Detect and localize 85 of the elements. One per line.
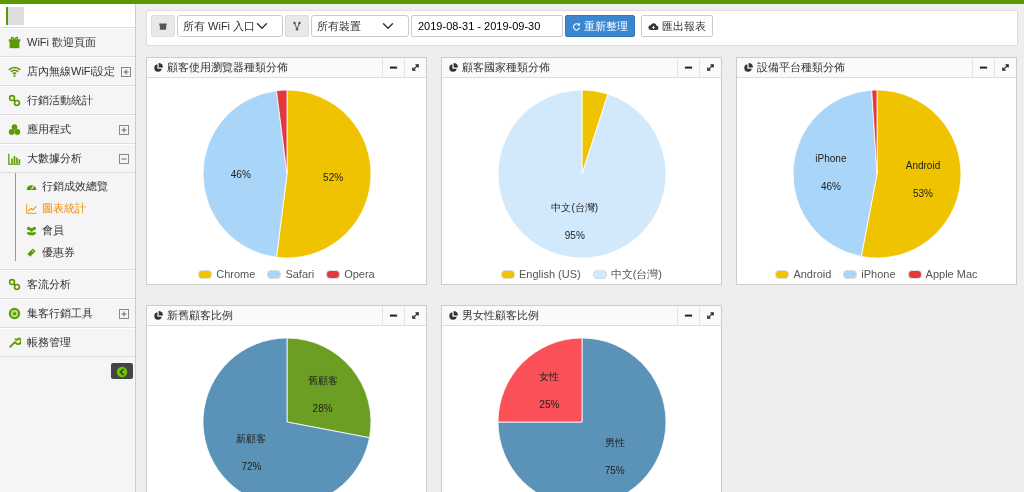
store-icon	[158, 21, 168, 31]
legend-swatch	[500, 269, 515, 279]
submenu-item[interactable]: 會員	[0, 219, 135, 241]
submenu-item[interactable]: 優惠券	[0, 241, 135, 263]
slice-label: 新顧客	[235, 433, 266, 445]
slice-percent-label: 95%	[564, 229, 585, 241]
collapse-toggle-icon[interactable]	[119, 153, 129, 164]
users-icon	[26, 224, 37, 236]
panel-title: 設備平台種類分佈	[757, 60, 845, 76]
legend-label: Opera	[344, 267, 375, 282]
legend-label: iPhone	[861, 267, 896, 282]
slice-percent-label: 25%	[538, 399, 559, 411]
refresh-icon	[572, 21, 581, 31]
sidebar-item[interactable]: 店內無線WiFi設定	[0, 57, 135, 86]
slice-label: iPhone	[814, 153, 846, 165]
chain-link-icon	[8, 278, 21, 291]
wifi-icon	[8, 65, 21, 78]
legend-swatch	[326, 269, 341, 279]
legend-label: English (US)	[518, 267, 581, 282]
legend-label: Safari	[285, 267, 315, 282]
slice-label: Android	[905, 160, 940, 172]
date-range-field[interactable]: 2019-08-31 - 2019-09-30	[411, 15, 563, 37]
panel-title: 顧客使用瀏覽器種類分佈	[167, 60, 288, 76]
fullscreen-icon	[706, 63, 715, 72]
panel-title: 新舊顧客比例	[167, 308, 233, 324]
legend-swatch	[907, 269, 922, 279]
panel-title: 男女性顧客比例	[462, 308, 539, 324]
network-icon	[292, 21, 302, 31]
slice-percent-label: 46%	[230, 169, 251, 180]
expand-toggle-icon[interactable]	[119, 308, 129, 319]
line-chart-icon	[26, 202, 37, 214]
slice-percent-label: 75%	[604, 464, 625, 476]
slice-label: 舊顧客	[307, 374, 338, 386]
bar-chart-icon	[8, 152, 21, 165]
legend-label: Chrome	[216, 267, 256, 282]
sidebar-item[interactable]: 集客行銷工具	[0, 299, 135, 328]
slice-percent-label: 53%	[912, 188, 933, 200]
slice-label: 男性	[604, 436, 625, 448]
submenu-item[interactable]: 行銷成效總覽	[0, 175, 135, 197]
legend-swatch	[592, 269, 607, 279]
pie-chart-icon	[448, 310, 458, 321]
legend-label: Apple Mac	[925, 267, 978, 282]
slice-label: 女性	[538, 371, 559, 383]
fullscreen-icon	[706, 311, 715, 320]
sidebar-item[interactable]: 客流分析	[0, 270, 135, 299]
panel-title: 顧客國家種類分佈	[462, 60, 550, 76]
slice-label: 中文(台灣)	[550, 201, 598, 213]
cubes-icon	[8, 123, 21, 136]
sidebar-item[interactable]: 帳務管理	[0, 328, 135, 357]
wrench-icon	[8, 336, 21, 349]
legend-label: Android	[793, 267, 832, 282]
fullscreen-icon	[411, 63, 420, 72]
slice-percent-label: 72%	[240, 461, 261, 473]
slice-percent-label: 46%	[820, 181, 841, 193]
export-button[interactable]: 匯出報表	[641, 15, 713, 37]
fullscreen-icon	[1001, 63, 1010, 72]
legend-swatch	[198, 269, 213, 279]
legend-swatch	[775, 269, 790, 279]
entry-select[interactable]: 所有 WiFi 入口	[177, 15, 283, 37]
sidebar-item[interactable]: 應用程式	[0, 115, 135, 144]
collapse-sidebar-button[interactable]	[111, 363, 133, 379]
pie-chart-icon	[153, 62, 163, 73]
slice-percent-label: 52%	[322, 171, 343, 183]
pie-chart-icon	[743, 62, 753, 73]
device-filter-button[interactable]	[285, 15, 309, 37]
store-filter-button[interactable]	[151, 15, 175, 37]
gift-icon	[8, 36, 21, 49]
legend-swatch	[267, 269, 282, 279]
pie-chart-icon	[448, 62, 458, 73]
expand-toggle-icon[interactable]	[121, 66, 131, 77]
cloud-download-icon	[648, 20, 659, 32]
slice-percent-label: 28%	[312, 402, 333, 414]
legend-swatch	[843, 269, 858, 279]
pie-chart-icon	[153, 310, 163, 321]
refresh-button[interactable]: 重新整理	[565, 15, 635, 37]
target-icon	[8, 307, 21, 320]
device-select[interactable]: 所有裝置	[311, 15, 409, 37]
sidebar-item[interactable]: WiFi 歡迎頁面	[0, 28, 135, 57]
expand-toggle-icon[interactable]	[119, 124, 129, 135]
legend-label: 中文(台灣)	[610, 267, 663, 282]
chain-link-icon	[8, 94, 21, 107]
fullscreen-icon	[411, 311, 420, 320]
ticket-icon	[26, 246, 37, 258]
sidebar-item[interactable]: 行銷活動統計	[0, 86, 135, 115]
sidebar-item[interactable]: 大數據分析	[0, 144, 135, 173]
